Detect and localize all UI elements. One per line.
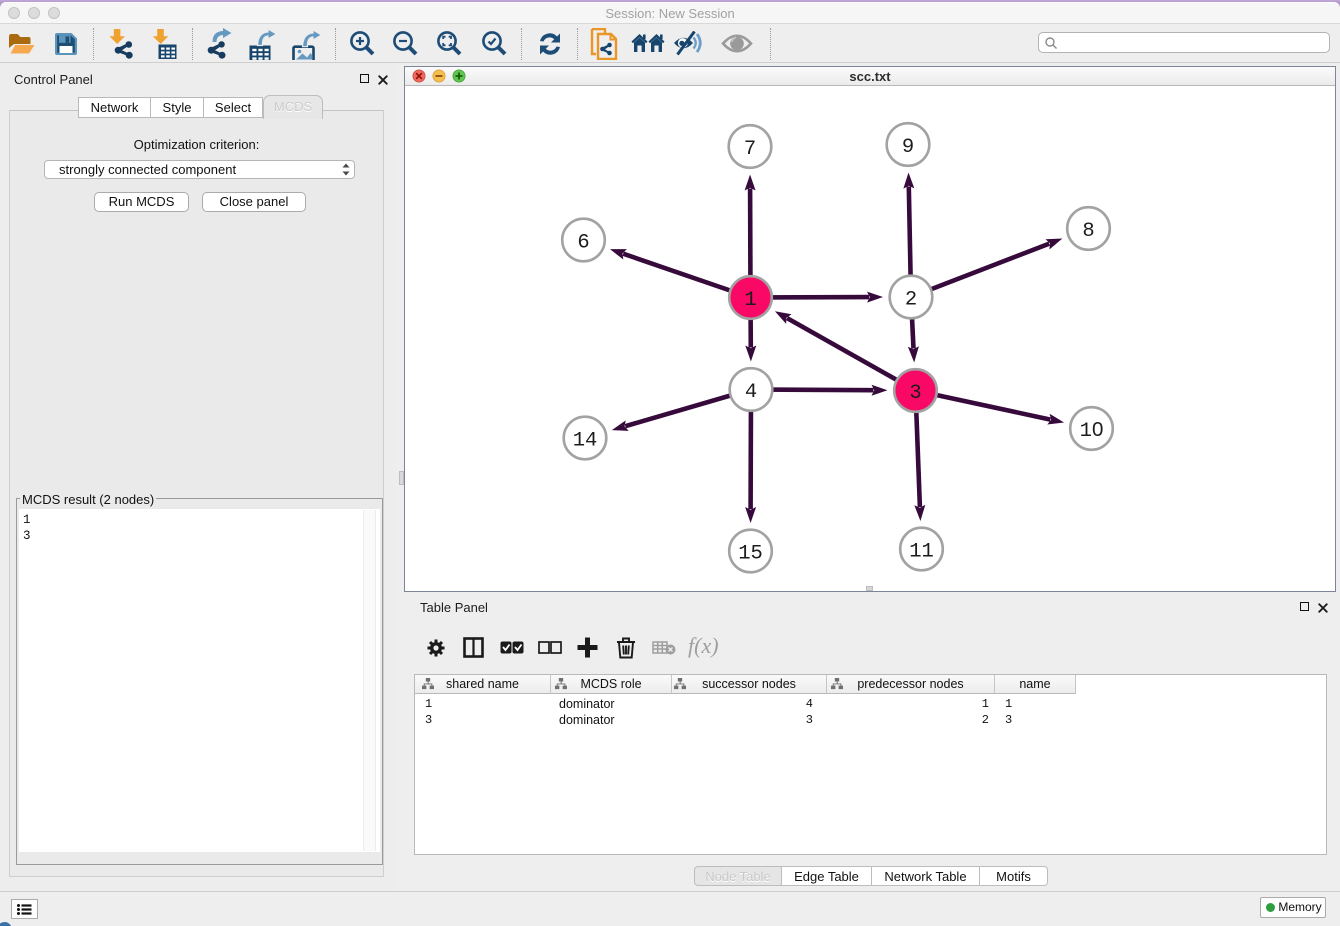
svg-text:4: 4: [745, 381, 757, 404]
svg-text:10: 10: [1080, 418, 1104, 443]
svg-text:14: 14: [573, 430, 598, 453]
svg-text:15: 15: [738, 543, 763, 566]
svg-text:8: 8: [1082, 220, 1094, 243]
svg-text:9: 9: [902, 136, 914, 159]
svg-text:2: 2: [905, 289, 917, 312]
svg-text:7: 7: [744, 138, 756, 161]
svg-text:1: 1: [744, 289, 756, 312]
svg-text:6: 6: [577, 232, 589, 255]
svg-text:3: 3: [909, 382, 921, 405]
svg-text:11: 11: [909, 541, 934, 564]
